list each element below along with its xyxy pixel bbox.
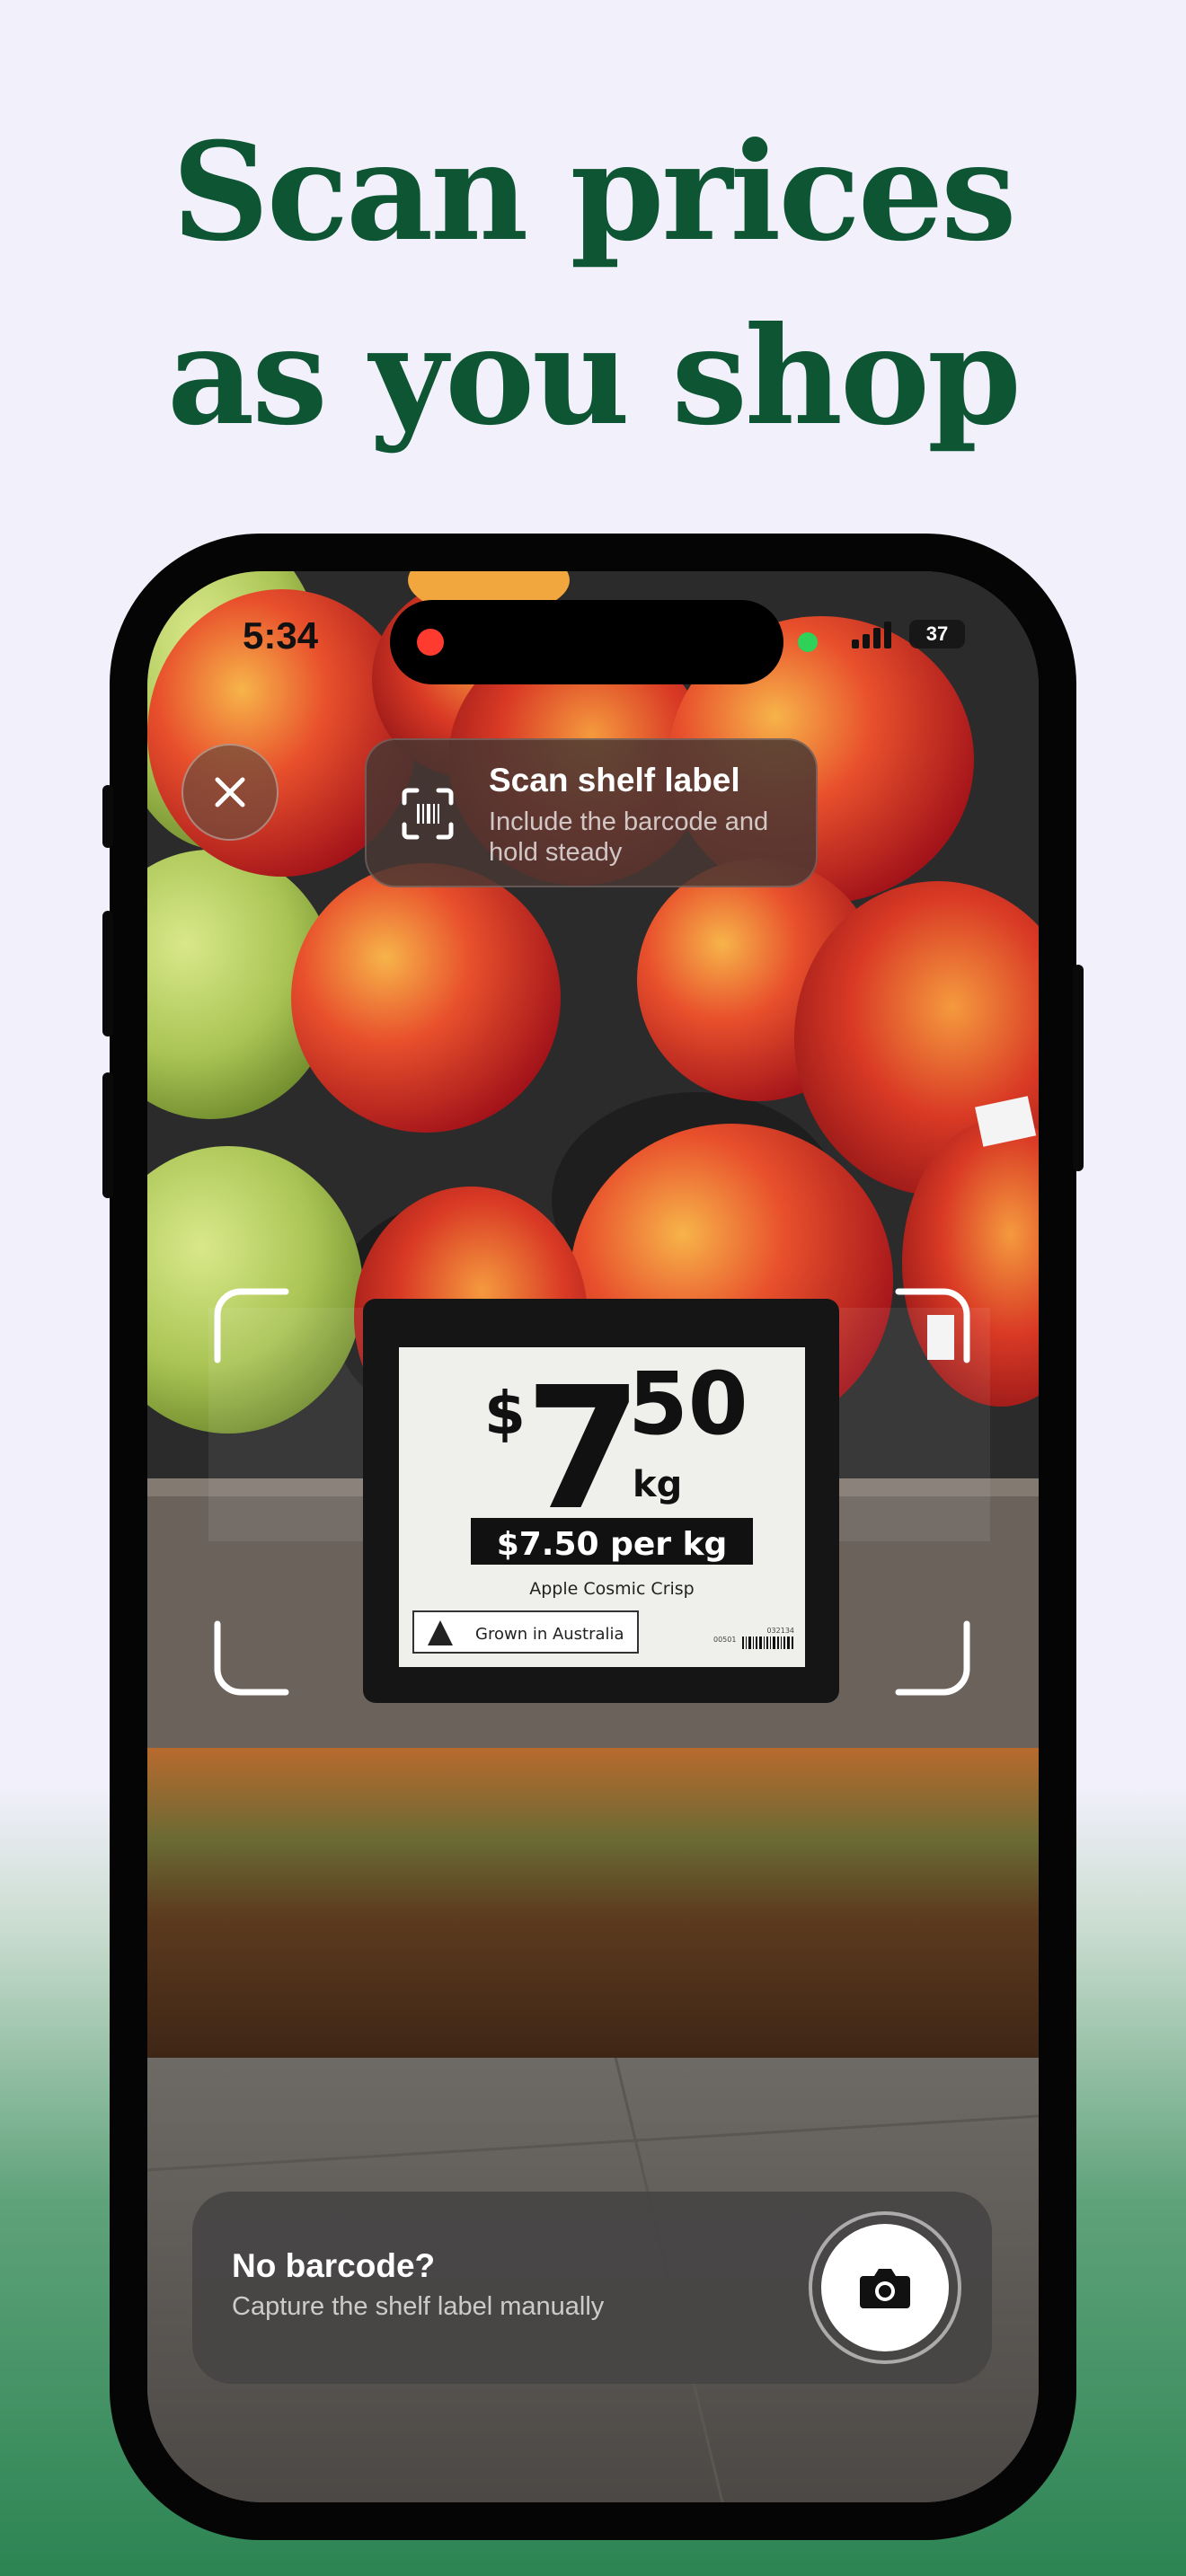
manual-capture-subtitle: Capture the shelf label manually <box>232 2292 605 2321</box>
camera-screen: $ 7 50 kg $7.50 per kg Apple Cosmic Cris… <box>147 571 1039 2502</box>
headline-line-1: Scan prices <box>172 113 1016 271</box>
label-unit-price: $7.50 per kg <box>497 1526 728 1563</box>
label-origin: Grown in Australia <box>475 1625 624 1644</box>
scan-frame-corner-bottom-right <box>895 1620 970 1696</box>
headline: Scan prices as you shop <box>0 101 1186 469</box>
label-code-left: 00501 <box>713 1636 736 1644</box>
recording-indicator <box>417 629 444 656</box>
action-button <box>102 785 113 848</box>
barcode-scan-icon <box>402 788 454 840</box>
phone-frame: $ 7 50 kg $7.50 per kg Apple Cosmic Cris… <box>102 534 1084 2540</box>
manual-capture-card[interactable]: No barcode? Capture the shelf label manu… <box>192 2192 992 2384</box>
scan-hint-subtitle: Include the barcode and hold steady <box>489 807 769 867</box>
scan-frame-corner-top-left <box>214 1288 289 1363</box>
close-icon <box>215 777 245 807</box>
label-unit: kg <box>633 1464 682 1505</box>
camera-icon <box>860 2269 910 2308</box>
volume-up-button <box>102 911 113 1037</box>
power-button <box>1073 965 1084 1171</box>
battery-indicator: 37 <box>909 620 965 648</box>
dynamic-island <box>390 600 783 684</box>
label-code-right: 032134 <box>766 1627 794 1635</box>
cellular-signal-icon <box>852 622 891 648</box>
label-currency: $ <box>484 1379 526 1448</box>
scan-hint-title: Scan shelf label <box>489 762 740 798</box>
volume-down-button <box>102 1072 113 1198</box>
headline-line-2: as you shop <box>167 297 1022 455</box>
close-button[interactable] <box>181 744 279 841</box>
manual-capture-title: No barcode? <box>232 2247 436 2284</box>
scan-hint: Scan shelf label Include the barcode and… <box>365 738 818 887</box>
scan-frame-corner-top-right <box>895 1288 970 1363</box>
scan-frame-corner-bottom-left <box>214 1620 289 1696</box>
status-time: 5:34 <box>243 614 319 657</box>
capture-button[interactable] <box>821 2224 949 2351</box>
label-product-name: Apple Cosmic Crisp <box>529 1579 695 1599</box>
label-cents: 50 <box>628 1354 748 1454</box>
camera-in-use-indicator <box>798 632 818 652</box>
